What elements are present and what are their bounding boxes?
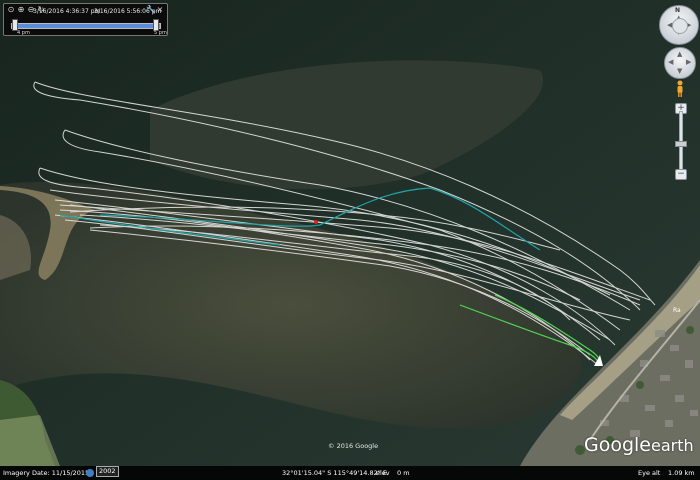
historical-imagery-icon[interactable] [86, 469, 94, 477]
zoom-out-button[interactable]: − [675, 169, 687, 180]
elevation-value: 0 m [397, 469, 410, 477]
zoom-knob[interactable] [675, 141, 687, 147]
wrench-icon[interactable]: 🔧 [146, 6, 156, 14]
eye-alt-label: Eye alt [638, 469, 661, 477]
zoom-slider[interactable]: + − [675, 103, 687, 180]
logo-google: Google [584, 434, 652, 456]
close-icon[interactable]: × [156, 6, 164, 14]
elevation-label: elev [376, 469, 390, 477]
look-center[interactable] [672, 18, 688, 34]
logo-earth: earth [651, 436, 694, 455]
settings-icon[interactable]: ⊙ [7, 6, 15, 14]
time-label-left: 4 pm [17, 30, 30, 36]
north-label: N [675, 7, 681, 14]
track-marker[interactable] [314, 220, 318, 224]
time-label-right: 5 pm [154, 30, 167, 36]
coordinates: 32°01'15.04" S 115°49'14.82" E [282, 469, 387, 477]
historical-imagery-year[interactable]: 2002 [96, 466, 119, 477]
street-view-pegman-icon[interactable] [674, 80, 686, 98]
move-down-arrow-icon[interactable]: ▼ [677, 68, 682, 75]
imagery-date: Imagery Date: 11/15/2015 [3, 469, 90, 477]
start-time: 3/16/2016 4:36:37 pm [33, 8, 101, 15]
google-earth-logo: Googleearth [584, 434, 694, 456]
road-label: Ra [673, 307, 681, 314]
move-control[interactable]: ▲ ▼ ◀ ▶ [664, 47, 696, 79]
time-range-track[interactable] [11, 23, 161, 29]
time-slider-panel[interactable]: ⊙ ⊕ ⊖ ↻ 3/16/2016 4:36:37 pm 3/16/2016 5… [3, 3, 168, 36]
move-left-arrow-icon[interactable]: ◀ [668, 59, 673, 66]
status-bar: Imagery Date: 11/15/2015 2002 32°01'15.0… [0, 466, 700, 480]
move-right-arrow-icon[interactable]: ▶ [686, 59, 691, 66]
eye-alt-value: 1.09 km [668, 469, 695, 477]
copyright-text: © 2016 Google [328, 442, 379, 450]
look-control[interactable]: N ▲ ▼ ◀ ▶ [659, 5, 699, 45]
satellite-map[interactable]: Ra [0, 0, 700, 480]
move-up-arrow-icon[interactable]: ▲ [677, 51, 682, 58]
zoom-in-time-icon[interactable]: ⊕ [17, 6, 25, 14]
